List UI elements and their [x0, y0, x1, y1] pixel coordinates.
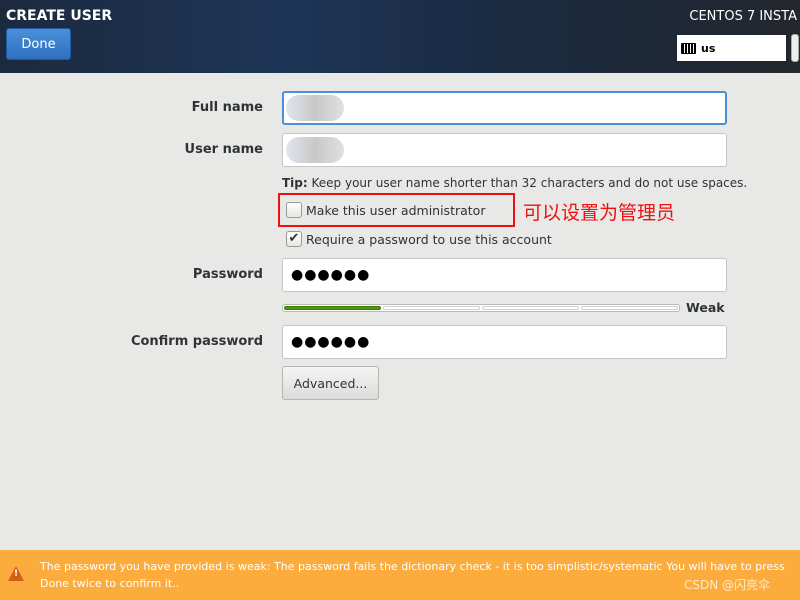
require-password-label[interactable]: Require a password to use this account: [306, 232, 552, 247]
warning-line-1: The password you have provided is weak: …: [40, 560, 785, 573]
full-name-label: Full name: [191, 100, 263, 115]
annotation-box: [278, 193, 515, 227]
password-strength-label: Weak: [686, 300, 725, 315]
user-name-input[interactable]: [282, 133, 727, 167]
confirm-password-label: Confirm password: [130, 334, 263, 349]
done-button[interactable]: Done: [6, 28, 71, 60]
advanced-button[interactable]: Advanced...: [282, 366, 379, 400]
strength-segment: [482, 306, 579, 310]
redacted-blur: [286, 95, 344, 121]
confirm-password-input[interactable]: ●●●●●●: [282, 325, 727, 359]
warning-icon: !: [8, 566, 24, 581]
password-value: ●●●●●●: [291, 267, 371, 283]
watermark: CSDN @闪亮伞: [684, 578, 771, 592]
confirm-password-value: ●●●●●●: [291, 334, 371, 350]
warning-line-2: Done twice to confirm it..: [40, 577, 180, 590]
keyboard-icon: [681, 42, 696, 54]
strength-segment: [383, 306, 480, 310]
keyboard-layout-button[interactable]: us: [677, 35, 786, 61]
header-bar: CREATE USER Done CENTOS 7 INSTA us: [0, 0, 800, 73]
user-name-label: User name: [184, 142, 263, 157]
help-button[interactable]: [791, 34, 799, 62]
product-title: CENTOS 7 INSTA: [689, 9, 797, 24]
full-name-input[interactable]: [282, 91, 727, 125]
checkmark-icon: ✔: [288, 231, 300, 246]
warning-message: The password you have provided is weak: …: [40, 558, 796, 592]
strength-segment: [581, 306, 678, 310]
password-strength-bar: [282, 304, 680, 312]
tip-label: Tip:: [282, 176, 308, 190]
annotation-text: 可以设置为管理员: [523, 202, 676, 224]
keyboard-layout-label: us: [701, 41, 716, 55]
page-title: CREATE USER: [6, 8, 113, 24]
require-password-checkbox[interactable]: ✔: [286, 231, 302, 247]
warning-banner[interactable]: ! The password you have provided is weak…: [0, 550, 800, 600]
redacted-blur: [286, 137, 344, 163]
username-tip: Tip: Keep your user name shorter than 32…: [282, 176, 747, 190]
password-input[interactable]: ●●●●●●: [282, 258, 727, 292]
strength-segment: [284, 306, 381, 310]
tip-text: Keep your user name shorter than 32 char…: [307, 176, 748, 190]
password-label: Password: [192, 267, 263, 282]
